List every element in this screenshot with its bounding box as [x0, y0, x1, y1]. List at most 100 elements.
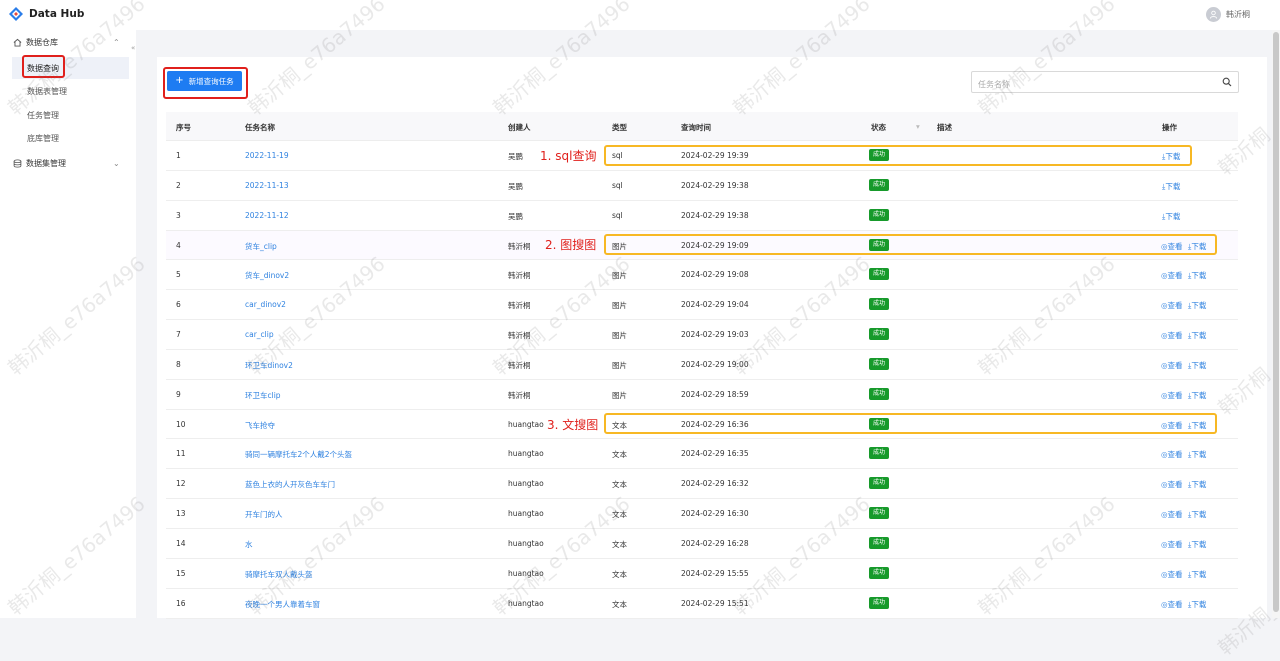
table-row[interactable]: 6 car_dinov2 韩沂桐 图片 2024-02-29 19:04 成功 ◎查看 ⤓下载 — [166, 290, 1238, 321]
task-name-link[interactable]: 骑同一辆摩托车2个人戴2个头盔 — [245, 449, 352, 460]
sidebar-item-label: 底库管理 — [27, 133, 59, 143]
scrollbar-thumb[interactable] — [1273, 32, 1279, 612]
download-button[interactable]: ⤓下载 — [1188, 599, 1206, 610]
view-button[interactable]: ◎查看 — [1161, 479, 1183, 490]
task-table: 序号 任务名称 创建人 类型 查询时间 状态 ▾ 描述 操作 1 2022-11-… — [166, 112, 1238, 619]
download-button[interactable]: ⤓下载 — [1188, 390, 1206, 401]
task-name-link[interactable]: 水 — [245, 539, 253, 550]
task-name-link[interactable]: 货车_dinov2 — [245, 270, 289, 281]
view-button[interactable]: ◎查看 — [1161, 539, 1183, 550]
table-row[interactable]: 12 蓝色上衣的人开灰色车车门 huangtao 文本 2024-02-29 16:32… — [166, 469, 1238, 500]
table-row[interactable]: 11 骑同一辆摩托车2个人戴2个头盔 huangtao 文本 2024-02-29 16… — [166, 439, 1238, 470]
download-button[interactable]: ⤓下载 — [1188, 509, 1206, 520]
filter-icon[interactable]: ▾ — [916, 122, 920, 131]
table-row[interactable]: 14 水 huangtao 文本 2024-02-29 16:28 成功 ◎查看 ⤓下载 — [166, 529, 1238, 559]
cell-index: 10 — [176, 419, 186, 429]
sidebar-group-data-warehouse[interactable]: 数据仓库 ⌃ — [0, 31, 136, 53]
task-name-link[interactable]: car_dinov2 — [245, 300, 286, 309]
scrollbar[interactable] — [1272, 30, 1280, 618]
task-name-link[interactable]: 蓝色上衣的人开灰色车车门 — [245, 479, 335, 490]
cell-time: 2024-02-29 15:55 — [681, 568, 749, 578]
view-button[interactable]: ◎查看 — [1161, 509, 1183, 520]
task-name-link[interactable]: 环卫车dinov2 — [245, 360, 293, 371]
download-button[interactable]: ⤓下载 — [1188, 569, 1206, 580]
view-button[interactable]: ◎查看 — [1161, 599, 1183, 610]
cell-creator: huangtao — [508, 598, 544, 608]
sidebar-item-label: 数据表管理 — [27, 86, 67, 96]
task-name-link[interactable]: 2022-11-13 — [245, 181, 289, 190]
cell-type: 图片 — [612, 360, 627, 370]
user-icon — [1209, 10, 1218, 19]
cell-index: 11 — [176, 449, 186, 459]
task-name-link[interactable]: car_clip — [245, 330, 274, 339]
view-button[interactable]: ◎查看 — [1161, 569, 1183, 580]
download-button[interactable]: ⤓下载 — [1188, 330, 1206, 341]
table-row[interactable]: 13 开车门的人 huangtao 文本 2024-02-29 16:30 成功 ◎查看 ⤓下… — [166, 499, 1238, 529]
download-button[interactable]: ⤓下载 — [1188, 479, 1206, 490]
download-button[interactable]: ⤓下载 — [1188, 360, 1206, 371]
cell-time: 2024-02-29 16:30 — [681, 509, 749, 519]
cell-creator: 吴鹏 — [508, 152, 523, 161]
download-button[interactable]: ⤓下载 — [1162, 181, 1180, 192]
table-header: 序号 任务名称 创建人 类型 查询时间 状态 ▾ 描述 操作 — [166, 112, 1238, 141]
search-icon[interactable] — [1222, 77, 1232, 87]
task-name-link[interactable]: 货车_clip — [245, 241, 277, 252]
task-name-link[interactable]: 开车门的人 — [245, 509, 283, 520]
home-icon — [13, 38, 22, 47]
download-label: 下载 — [1165, 211, 1181, 221]
view-label: 查看 — [1167, 599, 1183, 609]
download-button[interactable]: ⤓下载 — [1188, 539, 1206, 550]
task-name-link[interactable]: 环卫车clip — [245, 390, 281, 401]
table-row[interactable]: 5 货车_dinov2 韩沂桐 图片 2024-02-29 19:08 成功 ◎查看 ⤓下载 — [166, 260, 1238, 291]
view-label: 查看 — [1167, 539, 1183, 549]
sidebar-item-task-management[interactable]: 任务管理 — [12, 104, 129, 126]
col-status-header: 状态 — [871, 123, 886, 132]
table-row[interactable]: 16 夜晚一个男人靠着车窗 huangtao 文本 2024-02-29 15:51 成功… — [166, 589, 1238, 619]
download-button[interactable]: ⤓下载 — [1188, 300, 1206, 311]
cell-time: 2024-02-29 16:28 — [681, 538, 749, 548]
task-name-link[interactable]: 骑摩托车双人戴头盔 — [245, 569, 313, 580]
view-button[interactable]: ◎查看 — [1161, 300, 1183, 311]
table-row[interactable]: 9 环卫车clip 韩沂桐 图片 2024-02-29 18:59 成功 ◎查看 ⤓下载 — [166, 380, 1238, 410]
cell-index: 4 — [176, 240, 181, 250]
user-menu[interactable]: 韩沂桐 — [1206, 7, 1250, 22]
table-row[interactable]: 7 car_clip 韩沂桐 图片 2024-02-29 19:03 成功 ◎查看 ⤓下载 — [166, 320, 1238, 350]
cell-type: 文本 — [612, 539, 627, 549]
view-button[interactable]: ◎查看 — [1161, 449, 1183, 460]
cell-index: 16 — [176, 598, 186, 608]
task-name-link[interactable]: 夜晚一个男人靠着车窗 — [245, 599, 320, 610]
cell-type: 图片 — [612, 390, 627, 400]
table-row[interactable]: 15 骑摩托车双人戴头盔 huangtao 文本 2024-02-29 15:55 成功 ◎… — [166, 559, 1238, 589]
view-button[interactable]: ◎查看 — [1161, 360, 1183, 371]
download-label: 下载 — [1191, 480, 1207, 490]
database-icon — [13, 158, 22, 168]
cell-type: sql — [612, 210, 623, 220]
highlight-row-image — [604, 234, 1217, 255]
col-ops-header: 操作 — [1162, 123, 1177, 132]
download-button[interactable]: ⤓下载 — [1162, 211, 1180, 222]
sidebar-group-label: 数据集管理 — [26, 158, 66, 168]
app-title: Data Hub — [29, 8, 85, 20]
task-name-link[interactable]: 飞车抢夺 — [245, 420, 275, 431]
app-logo[interactable]: Data Hub — [8, 6, 84, 22]
table-row[interactable]: 3 2022-11-12 吴鹏 sql 2024-02-29 19:38 成功 ⤓下载 — [166, 201, 1238, 231]
view-button[interactable]: ◎查看 — [1161, 270, 1183, 281]
task-name-link[interactable]: 2022-11-12 — [245, 211, 289, 220]
download-button[interactable]: ⤓下载 — [1188, 449, 1206, 460]
sidebar-item-gallery-management[interactable]: 底库管理 — [12, 127, 129, 149]
table-row[interactable]: 2 2022-11-13 吴鹏 sql 2024-02-29 19:38 成功 ⤓下载 — [166, 171, 1238, 201]
download-button[interactable]: ⤓下载 — [1188, 270, 1206, 281]
download-label: 下载 — [1191, 301, 1207, 311]
sidebar-collapse-icon[interactable]: « — [131, 44, 135, 52]
view-button[interactable]: ◎查看 — [1161, 390, 1183, 401]
search-input[interactable] — [972, 74, 1212, 95]
table-row[interactable]: 8 环卫车dinov2 韩沂桐 图片 2024-02-29 19:00 成功 ◎查看 ⤓下载 — [166, 350, 1238, 380]
sidebar-item-table-management[interactable]: 数据表管理 — [12, 80, 129, 102]
cell-index: 12 — [176, 479, 186, 489]
task-name-link[interactable]: 2022-11-19 — [245, 151, 289, 160]
cell-time: 2024-02-29 19:38 — [681, 210, 749, 220]
sidebar-group-dataset-management[interactable]: 数据集管理 ⌄ — [0, 152, 136, 174]
view-button[interactable]: ◎查看 — [1161, 330, 1183, 341]
avatar[interactable] — [1206, 7, 1221, 22]
highlight-add-button — [163, 67, 248, 99]
